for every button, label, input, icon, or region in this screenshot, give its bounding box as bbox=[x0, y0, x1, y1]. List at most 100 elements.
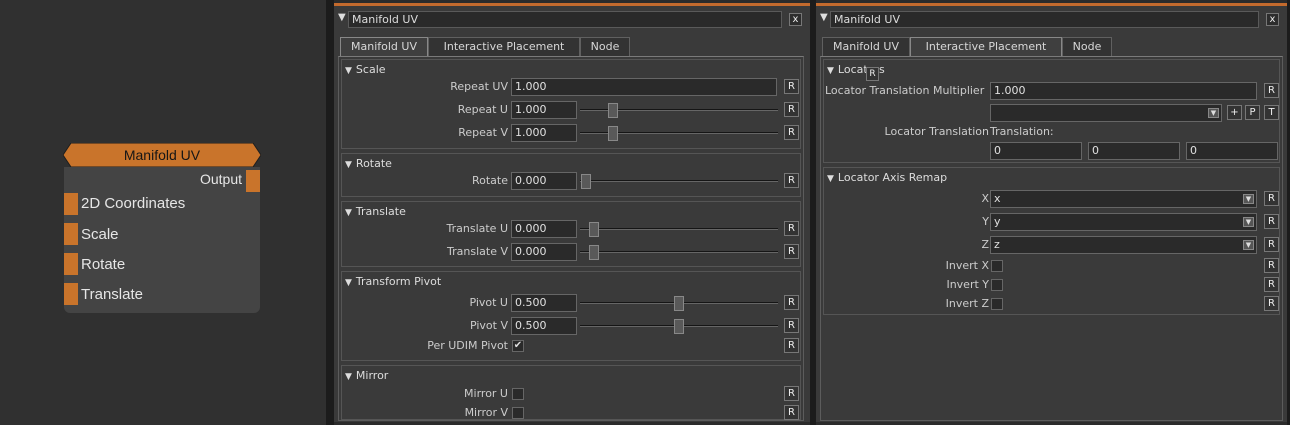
collapse-arrow-icon[interactable]: ▼ bbox=[338, 12, 346, 23]
axis-z-select[interactable]: z ▼ bbox=[990, 236, 1257, 254]
pivot-u-field[interactable]: 0.500 bbox=[511, 294, 577, 312]
panel-title-field[interactable]: Manifold UV bbox=[830, 11, 1259, 28]
reset-button[interactable]: R bbox=[1264, 296, 1279, 311]
rotate-field[interactable]: 0.000 bbox=[511, 172, 577, 190]
per-udim-pivot-checkbox[interactable]: ✔ bbox=[512, 340, 524, 352]
translation-z-field[interactable]: 0 bbox=[1186, 142, 1278, 160]
group-title: Transform Pivot bbox=[355, 275, 442, 288]
reset-button[interactable]: R bbox=[1264, 214, 1279, 229]
input-port-translate[interactable] bbox=[64, 283, 78, 305]
pivot-v-field[interactable]: 0.500 bbox=[511, 317, 577, 335]
translation-x-field[interactable]: 0 bbox=[990, 142, 1082, 160]
group-title: Mirror bbox=[355, 369, 389, 382]
add-locator-button[interactable]: + bbox=[1227, 105, 1242, 120]
repeat-u-field[interactable]: 1.000 bbox=[511, 101, 577, 119]
panel-title-field[interactable]: Manifold UV bbox=[348, 11, 782, 28]
transform-locator-button[interactable]: T bbox=[1264, 105, 1279, 120]
chevron-down-icon: ▼ bbox=[1243, 217, 1254, 227]
translate-u-field[interactable]: 0.000 bbox=[511, 220, 577, 238]
pivot-u-slider[interactable] bbox=[580, 294, 778, 312]
axis-x-label: X bbox=[981, 192, 989, 205]
locator-multiplier-field[interactable]: 1.000 bbox=[990, 82, 1257, 100]
input-port-rotate[interactable] bbox=[64, 253, 78, 275]
reset-button[interactable]: R bbox=[1264, 83, 1279, 98]
repeat-u-slider[interactable] bbox=[580, 101, 778, 119]
reset-button[interactable]: R bbox=[1264, 191, 1279, 206]
translate-u-label: Translate U bbox=[446, 222, 509, 235]
properties-panel-manifold-tab: ▼ Manifold UV x Manifold UV Interactive … bbox=[334, 3, 810, 422]
locator-select[interactable]: ▼ bbox=[990, 104, 1222, 122]
translate-u-slider[interactable] bbox=[580, 220, 778, 238]
invert-z-checkbox[interactable] bbox=[991, 298, 1003, 310]
slider-handle[interactable] bbox=[674, 296, 684, 311]
tab-interactive-placement[interactable]: Interactive Placement bbox=[910, 37, 1062, 57]
collapse-arrow-icon[interactable]: ▼ bbox=[820, 12, 828, 23]
translate-v-slider[interactable] bbox=[580, 243, 778, 261]
repeat-u-label: Repeat U bbox=[457, 103, 508, 116]
reset-button[interactable]: R bbox=[784, 173, 799, 188]
axis-y-select[interactable]: y ▼ bbox=[990, 213, 1257, 231]
reset-button[interactable]: R bbox=[1264, 258, 1279, 273]
pick-locator-button[interactable]: P bbox=[1245, 105, 1260, 120]
slider-handle[interactable] bbox=[608, 103, 618, 118]
invert-x-checkbox[interactable] bbox=[991, 260, 1003, 272]
invert-y-label: Invert Y bbox=[946, 278, 989, 291]
tab-interactive-placement[interactable]: Interactive Placement bbox=[428, 37, 580, 56]
slider-handle[interactable] bbox=[674, 319, 684, 334]
node-graph[interactable]: Manifold UV Output 2D Coordinates Scale … bbox=[0, 0, 326, 425]
repeat-v-field[interactable]: 1.000 bbox=[511, 124, 577, 142]
reset-button[interactable]: R bbox=[1264, 237, 1279, 252]
repeat-v-slider[interactable] bbox=[580, 124, 778, 142]
reset-button[interactable]: R bbox=[784, 244, 799, 259]
pane-divider[interactable] bbox=[326, 0, 334, 425]
tab-node[interactable]: Node bbox=[1062, 37, 1112, 56]
slider-handle[interactable] bbox=[608, 126, 618, 141]
input-port-scale[interactable] bbox=[64, 223, 78, 245]
reset-button[interactable]: R bbox=[784, 295, 799, 310]
group-translate: ▼ Translate Translate U 0.000 R Translate… bbox=[341, 201, 801, 267]
input-port-label: 2D Coordinates bbox=[81, 195, 186, 212]
tab-node[interactable]: Node bbox=[580, 37, 630, 56]
tab-manifold-uv[interactable]: Manifold UV bbox=[822, 37, 910, 56]
axis-y-label: Y bbox=[982, 215, 989, 228]
mirror-u-checkbox[interactable] bbox=[512, 388, 524, 400]
translate-v-field[interactable]: 0.000 bbox=[511, 243, 577, 261]
slider-handle[interactable] bbox=[581, 174, 591, 189]
axis-z-label: Z bbox=[981, 238, 989, 251]
group-header-rotate[interactable]: ▼ Rotate bbox=[345, 157, 392, 170]
close-button[interactable]: x bbox=[789, 13, 802, 26]
node-header[interactable]: Manifold UV bbox=[63, 143, 261, 167]
group-header-mirror[interactable]: ▼ Mirror bbox=[345, 369, 388, 382]
reset-button[interactable]: R bbox=[1264, 277, 1279, 292]
reset-button[interactable]: R bbox=[784, 386, 799, 401]
invert-y-checkbox[interactable] bbox=[991, 279, 1003, 291]
group-title: Scale bbox=[355, 63, 386, 76]
reset-button[interactable]: R bbox=[784, 318, 799, 333]
mirror-u-label: Mirror U bbox=[464, 387, 508, 400]
group-header-axis-remap[interactable]: ▼ Locator Axis Remap bbox=[827, 171, 947, 184]
reset-button[interactable]: R bbox=[784, 405, 799, 420]
translation-y-field[interactable]: 0 bbox=[1088, 142, 1180, 160]
node-body[interactable]: Output 2D Coordinates Scale Rotate Trans… bbox=[64, 167, 260, 313]
group-header-scale[interactable]: ▼ Scale bbox=[345, 63, 386, 76]
pivot-v-slider[interactable] bbox=[580, 317, 778, 335]
mirror-v-checkbox[interactable] bbox=[512, 407, 524, 419]
tab-manifold-uv[interactable]: Manifold UV bbox=[340, 37, 428, 57]
repeat-uv-field[interactable]: 1.000 bbox=[511, 78, 777, 96]
input-port-2d-coordinates[interactable] bbox=[64, 193, 78, 215]
reset-button[interactable]: R bbox=[784, 102, 799, 117]
output-port[interactable] bbox=[246, 170, 260, 192]
close-button[interactable]: x bbox=[1266, 13, 1279, 26]
collapse-arrow-icon: ▼ bbox=[345, 372, 352, 382]
slider-handle[interactable] bbox=[589, 245, 599, 260]
reset-button[interactable]: R bbox=[784, 221, 799, 236]
reset-button[interactable]: R bbox=[784, 79, 799, 94]
reset-button[interactable]: R bbox=[784, 125, 799, 140]
axis-x-select[interactable]: x ▼ bbox=[990, 190, 1257, 208]
reset-button[interactable]: R bbox=[784, 338, 799, 353]
group-header-transform-pivot[interactable]: ▼ Transform Pivot bbox=[345, 275, 441, 288]
reset-button[interactable]: R bbox=[866, 67, 879, 81]
rotate-slider[interactable] bbox=[580, 172, 778, 190]
group-header-translate[interactable]: ▼ Translate bbox=[345, 205, 406, 218]
slider-handle[interactable] bbox=[589, 222, 599, 237]
